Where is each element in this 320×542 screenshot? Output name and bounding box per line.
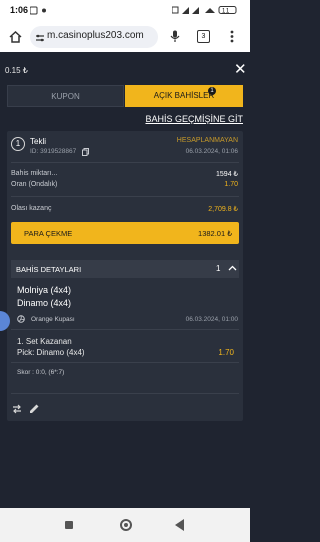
microphone-icon[interactable] [170, 30, 180, 43]
back-button[interactable] [175, 519, 184, 531]
browser-toolbar: m.casinoplus203.com 3 [0, 22, 250, 52]
stake-value: 1594 ₺ [216, 171, 238, 178]
odds-label: Oran (Ondalık) [11, 181, 58, 188]
potential-win-value: 2,709.8 ₺ [208, 206, 238, 213]
svg-text:11: 11 [222, 9, 230, 15]
odds-value: 1.70 [224, 181, 238, 188]
site-settings-icon[interactable] [35, 34, 45, 42]
chevron-up-icon[interactable] [228, 265, 237, 271]
team-home: Molniya (4x4) [17, 285, 72, 295]
tab-switcher-button[interactable]: 3 [197, 30, 210, 43]
url-text[interactable]: m.casinoplus203.com [47, 30, 144, 41]
signal-icon [182, 7, 189, 14]
volleyball-icon [17, 315, 25, 323]
bet-details-title[interactable]: BAHİS DETAYLARI [16, 265, 81, 274]
bet-details-count: 1 [216, 264, 221, 273]
pick-odds: 1.70 [218, 348, 234, 357]
tab-acik-bahisler[interactable]: AÇIK BAHİSLER [125, 85, 243, 107]
bet-id: ID: 3919528867 [30, 148, 77, 155]
team-away: Dinamo (4x4) [17, 298, 72, 308]
tab-kupon[interactable]: KUPON [7, 85, 124, 107]
divider [11, 329, 239, 330]
event-date: 06.03.2024, 01:00 [185, 316, 238, 323]
divider [11, 393, 239, 394]
copy-icon[interactable] [82, 148, 89, 156]
balance: 0.15 ₺ [5, 66, 28, 75]
home-button-dot [124, 523, 128, 527]
live-score: Skor : 0:0, (6*:7) [17, 369, 65, 376]
open-bets-badge: 1 [208, 87, 216, 95]
swap-icon[interactable] [12, 404, 22, 414]
bet-status: HESAPLANMAYAN [176, 137, 238, 144]
cashout-amount[interactable]: 1382.01 ₺ [198, 229, 232, 238]
bet-number-icon: 1 [11, 137, 25, 151]
market-name: 1. Set Kazanan [17, 337, 72, 346]
recents-button[interactable] [65, 521, 73, 529]
wifi-icon [205, 8, 215, 13]
status-notification-icons [30, 6, 46, 15]
bet-type: Tekli [30, 137, 47, 146]
status-right-icons: 11 [171, 5, 242, 17]
status-bar: 1:06 11 [0, 0, 250, 22]
close-icon[interactable]: ✕ [234, 60, 247, 78]
more-menu-icon[interactable] [230, 30, 234, 43]
league-name: Orange Kupası [31, 316, 75, 323]
bet-date: 06.03.2024, 01:06 [185, 148, 238, 155]
bet-history-link[interactable]: BAHİS GEÇMİŞİNE GİT [145, 114, 243, 124]
home-icon[interactable] [9, 31, 22, 43]
stake-label: Bahis miktarı... [11, 170, 58, 177]
vibrate-icon [171, 6, 179, 14]
divider [11, 162, 239, 163]
pick-selection: Pick: Dinamo (4x4) [17, 348, 85, 357]
potential-win-label: Olası kazanç [11, 205, 52, 212]
status-time: 1:06 [10, 5, 29, 15]
cashout-label[interactable]: PARA ÇEKME [24, 229, 72, 238]
edit-icon[interactable] [29, 403, 40, 414]
divider [11, 196, 239, 197]
divider [11, 362, 239, 363]
